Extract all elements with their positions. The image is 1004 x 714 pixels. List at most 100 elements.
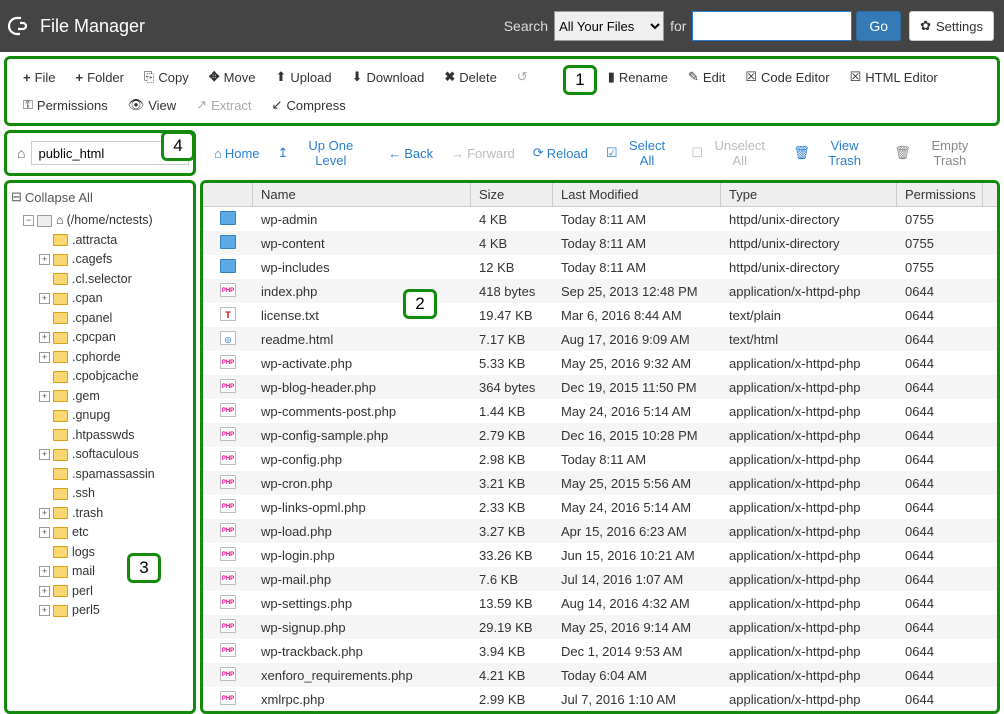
home-icon: ⌂ [56, 212, 64, 230]
rename-button[interactable]: ▮Rename [598, 63, 678, 91]
search-scope-select[interactable]: All Your Files [554, 11, 664, 41]
tree-node[interactable]: .cpobjcache [9, 367, 191, 387]
file-row[interactable]: wp-cron.php3.21 KBMay 25, 2015 5:56 AMap… [203, 471, 997, 495]
file-row[interactable]: xmlrpc.php2.99 KBJul 7, 2016 1:10 AMappl… [203, 687, 997, 711]
grid-body[interactable]: wp-admin4 KBToday 8:11 AMhttpd/unix-dire… [203, 207, 997, 711]
copy-button[interactable]: ⎘Copy [134, 63, 199, 91]
php-icon [220, 595, 236, 609]
expand-toggle-icon[interactable]: + [39, 391, 50, 402]
expand-toggle-icon[interactable]: + [39, 586, 50, 597]
cell-name: wp-mail.php [253, 572, 471, 587]
tree-node[interactable]: +.cagefs [9, 250, 191, 270]
tree-node[interactable]: logs [9, 543, 191, 563]
extract-button[interactable]: ↗Extract [186, 91, 261, 119]
empty-trash-button[interactable]: 🗑Empty Trash [886, 134, 994, 172]
nav-reload-button[interactable]: ⟳Reload [525, 141, 596, 165]
expand-toggle-icon[interactable]: + [39, 293, 50, 304]
expand-toggle-icon[interactable]: + [39, 508, 50, 519]
code-editor-button[interactable]: ☒Code Editor [735, 63, 839, 91]
folder-button[interactable]: +Folder [66, 64, 134, 91]
expand-toggle-icon[interactable]: + [39, 352, 50, 363]
file-row[interactable]: wp-trackback.php3.94 KBDec 1, 2014 9:53 … [203, 639, 997, 663]
search-input[interactable] [692, 11, 852, 41]
header-type[interactable]: Type [721, 183, 897, 206]
tree-node[interactable]: .cpanel [9, 309, 191, 329]
settings-button[interactable]: ✿Settings [909, 11, 994, 41]
file-button[interactable]: +File [13, 64, 66, 91]
file-row[interactable]: wp-config.php2.98 KBToday 8:11 AMapplica… [203, 447, 997, 471]
tree-node[interactable]: +etc [9, 523, 191, 543]
permissions-button[interactable]: ⚿Permissions [13, 91, 118, 119]
download-button[interactable]: ⬇Download [342, 63, 435, 91]
tree-node[interactable]: .ssh [9, 484, 191, 504]
edit-button[interactable]: ✎Edit [678, 63, 735, 91]
compress-button[interactable]: ↙Compress [262, 91, 356, 119]
nav-back-button[interactable]: ←Back [380, 142, 441, 165]
tree-node[interactable]: .cl.selector [9, 270, 191, 290]
expand-toggle-icon[interactable]: + [39, 449, 50, 460]
tree-node[interactable]: .spamassassin [9, 465, 191, 485]
file-row[interactable]: wp-blog-header.php364 bytesDec 19, 2015 … [203, 375, 997, 399]
header-icon-col[interactable] [203, 183, 253, 206]
view-trash-button[interactable]: 🗑View Trash [785, 134, 884, 172]
file-row[interactable]: wp-settings.php13.59 KBAug 14, 2016 4:32… [203, 591, 997, 615]
file-row[interactable]: index.php418 bytesSep 25, 2013 12:48 PMa… [203, 279, 997, 303]
tree-node[interactable]: +mail [9, 562, 191, 582]
folder-icon [53, 312, 68, 324]
tree-node[interactable]: +perl [9, 582, 191, 602]
delete-button[interactable]: ✖Delete [434, 63, 506, 91]
file-row[interactable]: wp-config-sample.php2.79 KBDec 16, 2015 … [203, 423, 997, 447]
tree-node[interactable]: .attracta [9, 231, 191, 251]
undo-button[interactable]: ↺ [507, 63, 538, 91]
cell-size: 364 bytes [471, 380, 553, 395]
header-size[interactable]: Size [471, 183, 553, 206]
tree-node[interactable]: +.cpcpan [9, 328, 191, 348]
html-editor-button[interactable]: ☒HTML Editor [840, 63, 948, 91]
expand-toggle-icon[interactable]: + [39, 332, 50, 343]
nav-home-button[interactable]: ⌂Home [206, 142, 268, 165]
view-button[interactable]: 👁View [118, 91, 186, 119]
unselect-all-button[interactable]: ☐Unselect All [683, 134, 781, 172]
tree-node[interactable]: +.cphorde [9, 348, 191, 368]
header-permissions[interactable]: Permissions [897, 183, 983, 206]
collapse-toggle-icon[interactable]: − [23, 215, 34, 226]
nav-forward-button[interactable]: →Forward [443, 142, 523, 165]
header-modified[interactable]: Last Modified [553, 183, 721, 206]
home-icon[interactable]: ⌂ [11, 145, 31, 161]
home-icon: ⌂ [214, 146, 222, 161]
file-row[interactable]: wp-content4 KBToday 8:11 AMhttpd/unix-di… [203, 231, 997, 255]
php-icon [220, 691, 236, 705]
file-row[interactable]: readme.html7.17 KBAug 17, 2016 9:09 AMte… [203, 327, 997, 351]
file-row[interactable]: wp-activate.php5.33 KBMay 25, 2016 9:32 … [203, 351, 997, 375]
nav-up-button[interactable]: ↥Up One Level [270, 134, 379, 172]
tree-node[interactable]: .htpasswds [9, 426, 191, 446]
file-row[interactable]: wp-signup.php29.19 KBMay 25, 2016 9:14 A… [203, 615, 997, 639]
file-row[interactable]: wp-comments-post.php1.44 KBMay 24, 2016 … [203, 399, 997, 423]
tree-node[interactable]: .gnupg [9, 406, 191, 426]
expand-toggle-icon[interactable]: + [39, 254, 50, 265]
file-row[interactable]: wp-load.php3.27 KBApr 15, 2016 6:23 AMap… [203, 519, 997, 543]
tree-root-node[interactable]: − ⌂ (/home/nctests) [9, 211, 191, 231]
tree-node[interactable]: +.gem [9, 387, 191, 407]
go-button[interactable]: Go [856, 11, 901, 41]
file-row[interactable]: wp-links-opml.php2.33 KBMay 24, 2016 5:1… [203, 495, 997, 519]
file-row[interactable]: xenforo_requirements.php4.21 KBToday 6:0… [203, 663, 997, 687]
expand-toggle-icon[interactable]: + [39, 527, 50, 538]
move-button[interactable]: ✥Move [199, 63, 266, 91]
tree-node[interactable]: +.cpan [9, 289, 191, 309]
cell-name: readme.html [253, 332, 471, 347]
tree-node[interactable]: +.trash [9, 504, 191, 524]
tree-node[interactable]: +perl5 [9, 601, 191, 621]
file-row[interactable]: wp-mail.php7.6 KBJul 14, 2016 1:07 AMapp… [203, 567, 997, 591]
file-row[interactable]: wp-includes12 KBToday 8:11 AMhttpd/unix-… [203, 255, 997, 279]
header-name[interactable]: Name [253, 183, 471, 206]
file-row[interactable]: wp-admin4 KBToday 8:11 AMhttpd/unix-dire… [203, 207, 997, 231]
collapse-all-button[interactable]: ⊟Collapse All [9, 187, 191, 211]
file-row[interactable]: license.txt19.47 KBMar 6, 2016 8:44 AMte… [203, 303, 997, 327]
tree-node[interactable]: +.softaculous [9, 445, 191, 465]
select-all-button[interactable]: ☑Select All [598, 134, 682, 172]
upload-button[interactable]: ⬆Upload [265, 63, 341, 91]
file-row[interactable]: wp-login.php33.26 KBJun 15, 2016 10:21 A… [203, 543, 997, 567]
expand-toggle-icon[interactable]: + [39, 605, 50, 616]
expand-toggle-icon[interactable]: + [39, 566, 50, 577]
